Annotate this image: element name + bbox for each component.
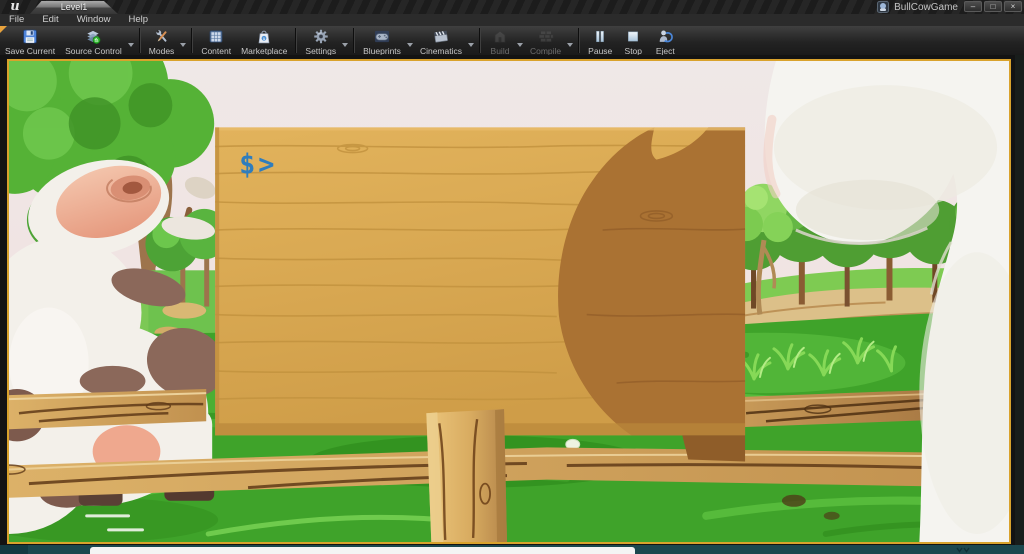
cinematics-dropdown[interactable] xyxy=(467,42,474,47)
build-dropdown[interactable] xyxy=(516,42,523,47)
pause-button[interactable]: Pause xyxy=(583,26,617,56)
menu-edit[interactable]: Edit xyxy=(33,14,67,26)
bullcow-scene: $> xyxy=(9,61,1009,542)
clapperboard-icon xyxy=(430,28,452,45)
sign-bottom-corner xyxy=(682,435,746,462)
menu-file[interactable]: File xyxy=(0,14,33,26)
source-control-dropdown[interactable] xyxy=(127,42,134,47)
toolbar-separator xyxy=(353,28,356,53)
compile-dropdown[interactable] xyxy=(567,42,574,47)
shopping-bag-icon: u xyxy=(253,28,275,45)
editor-toolbar: Save Current Source Control Modes Conten… xyxy=(0,26,1024,56)
blueprints-dropdown[interactable] xyxy=(406,42,413,47)
toolbar-separator xyxy=(478,28,481,53)
background-window-edge[interactable] xyxy=(90,547,635,554)
modes-dropdown[interactable] xyxy=(180,42,187,47)
toolbar-separator xyxy=(138,28,141,53)
taskbar-sliver xyxy=(0,545,1024,554)
viewport-frame: $> xyxy=(0,55,1024,545)
grid-drawer-icon xyxy=(205,28,227,45)
game-viewport[interactable]: $> xyxy=(7,59,1011,544)
bricks-icon xyxy=(535,28,557,45)
close-button[interactable]: × xyxy=(1004,1,1022,12)
wrench-pencil-icon xyxy=(151,28,173,45)
marketplace-button[interactable]: u Marketplace xyxy=(236,26,292,56)
toolbar-separator xyxy=(191,28,194,53)
title-bar: u Level1 BullCowGame – □ × xyxy=(0,0,1024,15)
building-icon xyxy=(489,28,511,45)
stop-square-icon xyxy=(622,28,644,45)
eject-button[interactable]: Eject xyxy=(649,26,681,56)
compile-button[interactable]: Compile xyxy=(525,26,566,56)
pause-bars-icon xyxy=(589,28,611,45)
sign-post xyxy=(426,409,508,542)
game-app-icon xyxy=(877,1,890,13)
gear-icon xyxy=(310,28,332,45)
restore-button[interactable]: □ xyxy=(984,1,1002,12)
toolbar-separator xyxy=(295,28,298,53)
layers-stack-icon xyxy=(82,28,104,45)
source-control-button[interactable]: Source Control xyxy=(60,26,127,56)
taskbar-glyph-icon xyxy=(956,547,970,553)
level-tab[interactable]: Level1 xyxy=(30,1,118,14)
settings-dropdown[interactable] xyxy=(342,42,349,47)
toolbar-separator xyxy=(578,28,581,53)
build-button[interactable]: Build xyxy=(484,26,516,56)
cinematics-button[interactable]: Cinematics xyxy=(415,26,467,56)
unreal-logo-icon: u xyxy=(10,0,20,14)
modes-button[interactable]: Modes xyxy=(144,26,180,56)
svg-text:u: u xyxy=(263,37,266,42)
content-button[interactable]: Content xyxy=(196,26,236,56)
minimize-button[interactable]: – xyxy=(964,1,982,12)
blueprints-button[interactable]: Blueprints xyxy=(358,26,406,56)
settings-button[interactable]: Settings xyxy=(300,26,341,56)
menu-window[interactable]: Window xyxy=(68,14,120,26)
taskbar-corner-block xyxy=(0,545,28,554)
stop-button[interactable]: Stop xyxy=(617,26,649,56)
floppy-disk-icon xyxy=(19,28,41,45)
eject-person-icon xyxy=(654,28,676,45)
menu-help[interactable]: Help xyxy=(119,14,157,26)
save-current-button[interactable]: Save Current xyxy=(0,26,60,56)
gamepad-icon xyxy=(371,28,393,45)
window-game-title: BullCowGame xyxy=(894,1,958,13)
terminal-prompt: $> xyxy=(239,150,277,181)
